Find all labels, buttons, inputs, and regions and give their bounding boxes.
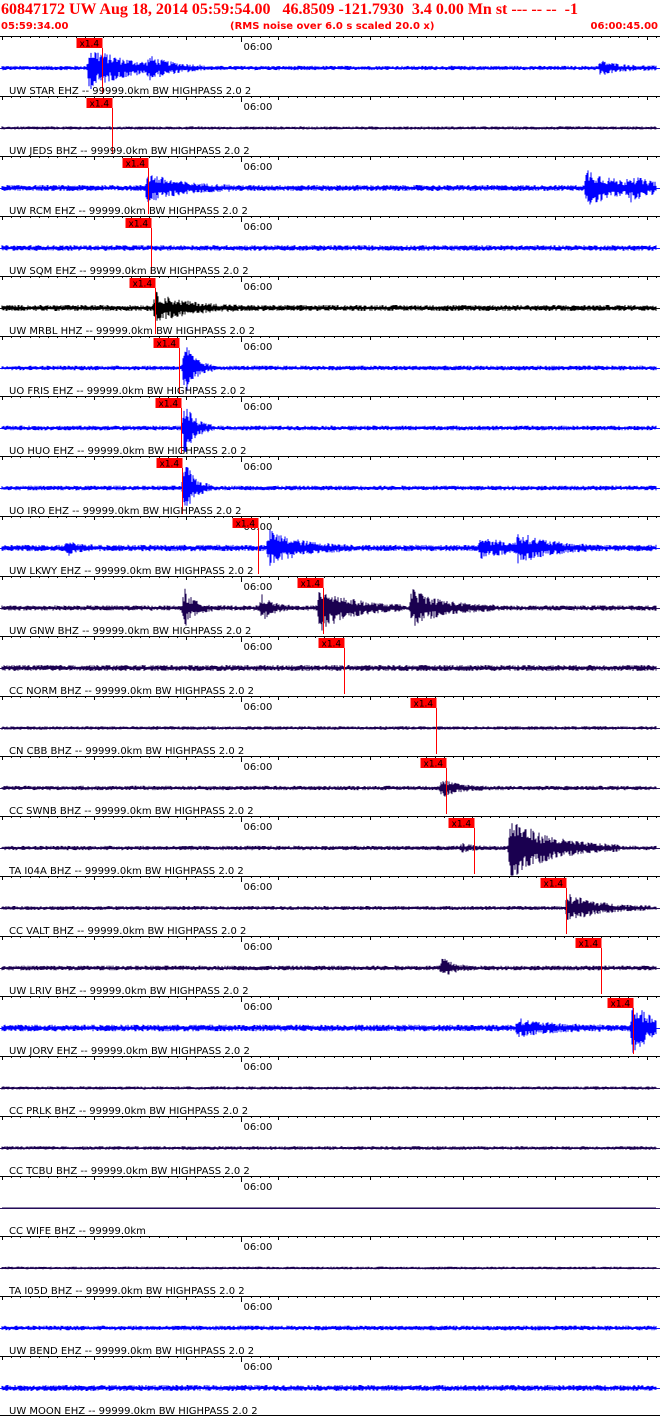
pick-label: x1.4 bbox=[126, 160, 146, 170]
pick-label: x1.4 bbox=[322, 640, 342, 650]
trace-panel: 06:00 x1.4 UW STAR EHZ -- 99999.0km BW HIG… bbox=[0, 36, 660, 97]
minute-label: 06:00 bbox=[244, 702, 273, 713]
minute-label: 06:00 bbox=[244, 1062, 273, 1073]
station-label: UW STAR EHZ -- 99999.0km BW HIGHPASS 2.0… bbox=[9, 86, 251, 97]
minute-label: 06:00 bbox=[244, 162, 273, 173]
station-label: UW RCM EHZ -- 99999.0km BW HIGHPASS 2.0 … bbox=[9, 206, 248, 217]
minute-label: 06:00 bbox=[244, 582, 273, 593]
trace-panel: 06:00 x1.4 UW JORV EHZ -- 99999.0km BW HIG… bbox=[0, 996, 660, 1057]
pick-label: x1.4 bbox=[301, 580, 321, 590]
pick-label: x1.4 bbox=[236, 520, 256, 530]
pick-label: x1.4 bbox=[157, 340, 177, 350]
waveform bbox=[1, 52, 657, 89]
trace-panel: 06:00 x1.4 UW LRIV BHZ -- 99999.0km BW HIG… bbox=[0, 936, 660, 997]
trace-panel: 06:00 x1.4 UO HUO EHZ -- 99999.0km BW HIGH… bbox=[0, 396, 660, 457]
pick-label: x1.4 bbox=[579, 940, 599, 950]
waveform bbox=[1, 291, 657, 321]
minute-label: 06:00 bbox=[244, 402, 273, 413]
station-label: UW LKWY EHZ -- 99999.0km BW HIGHPASS 2.0… bbox=[9, 566, 254, 577]
waveform bbox=[1, 347, 657, 391]
minute-label: 06:00 bbox=[244, 822, 273, 833]
minute-label: 06:00 bbox=[244, 102, 273, 113]
minute-label: 06:00 bbox=[244, 1362, 273, 1373]
pick-label: x1.4 bbox=[129, 220, 149, 230]
trace-panel: 06:00 x1.4 CC NORM BHZ -- 99999.0km BW HIG… bbox=[0, 636, 660, 697]
station-label: UW LRIV BHZ -- 99999.0km BW HIGHPASS 2.0… bbox=[9, 986, 249, 997]
pick-label: x1.4 bbox=[452, 820, 472, 830]
pick-label: x1.4 bbox=[90, 100, 110, 110]
trace-panel: 06:00 x1.4 CN CBB BHZ -- 99999.0km BW HIGH… bbox=[0, 696, 660, 757]
trace-panel: 06:00 CC TCBU BHZ -- 99999.0km BW HIGHPAS… bbox=[0, 1116, 660, 1177]
minute-label: 06:00 bbox=[244, 642, 273, 653]
end-time-label: 06:00:45.00 bbox=[590, 21, 658, 32]
station-label: UO FRIS EHZ -- 99999.0km BW HIGHPASS 2.0… bbox=[9, 386, 246, 397]
waveform bbox=[1, 958, 657, 975]
station-label: UW SQM EHZ -- 99999.0km BW HIGHPASS 2.0 … bbox=[9, 266, 249, 277]
waveform bbox=[1, 170, 657, 205]
trace-panel: 06:00 CC WIFE BHZ -- 99999.0km bbox=[0, 1176, 660, 1237]
minute-label: 06:00 bbox=[244, 1242, 273, 1253]
minute-label: 06:00 bbox=[244, 1302, 273, 1313]
trace-panel: 06:00 x1.4 UO IRO EHZ -- 99999.0km BW HIGH… bbox=[0, 456, 660, 517]
pick-label: x1.4 bbox=[544, 880, 564, 890]
trace-panel: 06:00 x1.4 UW MRBL HHZ -- 99999.0km BW HIG… bbox=[0, 276, 660, 337]
trace-panel: 06:00 x1.4 UW JEDS BHZ -- 99999.0km BW HIG… bbox=[0, 96, 660, 157]
minute-label: 06:00 bbox=[244, 1002, 273, 1013]
station-label: CC TCBU BHZ -- 99999.0km BW HIGHPASS 2.0… bbox=[9, 1166, 250, 1177]
trace-panel: 06:00 x1.4 TA I04A BHZ -- 99999.0km BW HIG… bbox=[0, 816, 660, 877]
trace-panel: 06:00 x1.4 UW GNW BHZ -- 99999.0km BW HIGH… bbox=[0, 576, 660, 637]
station-label: TA I04A BHZ -- 99999.0km BW HIGHPASS 2.0… bbox=[8, 866, 244, 877]
station-label: UO IRO EHZ -- 99999.0km BW HIGHPASS 2.0 … bbox=[9, 506, 242, 517]
station-label: UO HUO EHZ -- 99999.0km BW HIGHPASS 2.0 … bbox=[9, 446, 246, 457]
station-label: CC WIFE BHZ -- 99999.0km bbox=[9, 1226, 146, 1237]
trace-panel: 06:00 x1.4 UW SQM EHZ -- 99999.0km BW HIGH… bbox=[0, 216, 660, 277]
pick-label: x1.4 bbox=[424, 760, 444, 770]
minute-label: 06:00 bbox=[244, 222, 273, 233]
minute-label: 06:00 bbox=[244, 1182, 273, 1193]
station-label: CC NORM BHZ -- 99999.0km BW HIGHPASS 2.0… bbox=[9, 686, 254, 697]
station-label: CC PRLK BHZ -- 99999.0km BW HIGHPASS 2.0… bbox=[9, 1106, 248, 1117]
station-label: CN CBB BHZ -- 99999.0km BW HIGHPASS 2.0 … bbox=[9, 746, 244, 757]
pick-label: x1.4 bbox=[611, 1000, 631, 1010]
minute-label: 06:00 bbox=[244, 282, 273, 293]
minute-label: 06:00 bbox=[244, 42, 273, 53]
station-label: TA I05D BHZ -- 99999.0km BW HIGHPASS 2.0… bbox=[8, 1286, 245, 1297]
pick-label: x1.4 bbox=[160, 460, 180, 470]
minute-label: 06:00 bbox=[244, 1122, 273, 1133]
minute-label: 06:00 bbox=[244, 942, 273, 953]
trace-panel: 06:00UW MOON EHZ -- 99999.0km BW HIGHPAS… bbox=[0, 1356, 660, 1417]
minute-label: 06:00 bbox=[244, 342, 273, 353]
trace-panel: 06:00 x1.4 UO FRIS EHZ -- 99999.0km BW HIG… bbox=[0, 336, 660, 397]
pick-label: x1.4 bbox=[159, 400, 179, 410]
pick-label: x1.4 bbox=[414, 700, 434, 710]
minute-label: 06:00 bbox=[244, 462, 273, 473]
station-label: UW JEDS BHZ -- 99999.0km BW HIGHPASS 2.0… bbox=[9, 146, 250, 157]
trace-panel: 06:00 TA I05D BHZ -- 99999.0km BW HIGHPAS… bbox=[0, 1236, 660, 1297]
station-label: UW MRBL HHZ -- 99999.0km BW HIGHPASS 2.0… bbox=[9, 326, 255, 337]
seismogram-plot: 06:00 x1.4 UW STAR EHZ -- 99999.0km BW HIG… bbox=[0, 36, 660, 1417]
station-label: CC SWNB BHZ -- 99999.0km BW HIGHPASS 2.0… bbox=[9, 806, 254, 817]
minute-label: 06:00 bbox=[244, 882, 273, 893]
pick-label: x1.4 bbox=[133, 280, 153, 290]
trace-panel: 06:00 UW BEND EHZ -- 99999.0km BW HIGHPAS… bbox=[0, 1296, 660, 1357]
station-label: CC VALT BHZ -- 99999.0km BW HIGHPASS 2.0… bbox=[9, 926, 246, 937]
waveform bbox=[1, 894, 657, 920]
trace-panel: 06:00 x1.4 CC SWNB BHZ -- 99999.0km BW HIG… bbox=[0, 756, 660, 817]
chart-header: 60847172 UW Aug 18, 2014 05:59:54.00 46.… bbox=[0, 0, 660, 36]
station-label: UW BEND EHZ -- 99999.0km BW HIGHPASS 2.0… bbox=[9, 1346, 254, 1357]
start-time-label: 05:59:34.00 bbox=[1, 21, 69, 32]
trace-panel: 06:00 x1.4 CC VALT BHZ -- 99999.0km BW HIG… bbox=[0, 876, 660, 937]
waveform bbox=[1, 588, 657, 631]
chart-subtitle: (RMS noise over 6.0 s scaled 20.0 x) bbox=[230, 21, 435, 32]
pick-label: x1.4 bbox=[80, 40, 100, 50]
station-label: UW JORV EHZ -- 99999.0km BW HIGHPASS 2.0… bbox=[9, 1046, 250, 1057]
trace-panel: 06:00x1.4UW LKWY EHZ -- 99999.0km BW HIG… bbox=[0, 516, 660, 577]
minute-label: 06:00 bbox=[244, 762, 273, 773]
waveform bbox=[1, 529, 657, 566]
trace-panel: 06:00 CC PRLK BHZ -- 99999.0km BW HIGHPAS… bbox=[0, 1056, 660, 1117]
event-title: 60847172 UW Aug 18, 2014 05:59:54.00 46.… bbox=[1, 1, 578, 18]
station-label: UW GNW BHZ -- 99999.0km BW HIGHPASS 2.0 … bbox=[9, 626, 251, 637]
trace-panel: 06:00 x1.4 UW RCM EHZ -- 99999.0km BW HIGH… bbox=[0, 156, 660, 217]
waveform bbox=[1, 467, 657, 506]
